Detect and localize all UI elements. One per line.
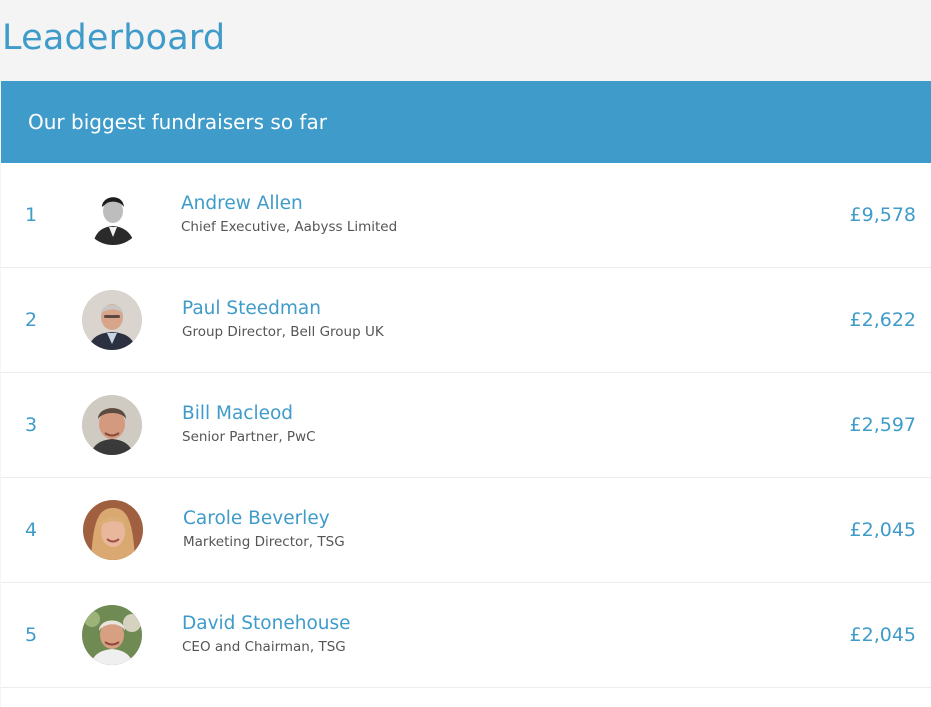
person-photo-icon: [82, 290, 142, 350]
fundraiser-role: Group Director, Bell Group UK: [182, 324, 384, 340]
leaderboard-panel: Our biggest fundraisers so far 1 Andrew …: [1, 81, 931, 707]
avatar[interactable]: [82, 395, 142, 455]
fundraiser-name[interactable]: Andrew Allen: [181, 193, 303, 214]
rank-number: 3: [25, 414, 38, 436]
leaderboard-header: Our biggest fundraisers so far: [1, 81, 931, 163]
page-title: Leaderboard: [2, 18, 226, 58]
leaderboard-row[interactable]: 3 Bill Macleod Senior Partner, PwC £2,59…: [1, 373, 931, 478]
amount-raised: £2,045: [849, 624, 916, 646]
rank-number: 2: [25, 309, 38, 331]
fundraiser-role: Senior Partner, PwC: [182, 429, 316, 445]
rank-number: 4: [25, 519, 38, 541]
fundraiser-role: Chief Executive, Aabyss Limited: [181, 219, 398, 235]
amount-raised: £2,597: [849, 414, 916, 436]
fundraiser-role: CEO and Chairman, TSG: [182, 639, 346, 655]
fundraiser-name[interactable]: David Stonehouse: [182, 613, 351, 634]
avatar[interactable]: [83, 500, 143, 560]
leaderboard-row[interactable]: 4 Carole Beverley Marketing Director, TS…: [1, 478, 931, 583]
fundraiser-name[interactable]: Carole Beverley: [183, 508, 330, 529]
avatar[interactable]: [82, 605, 142, 665]
fundraiser-role: Marketing Director, TSG: [183, 534, 345, 550]
avatar[interactable]: [83, 185, 143, 245]
person-photo-icon: [83, 185, 143, 245]
leaderboard-heading: Our biggest fundraisers so far: [28, 110, 327, 134]
rank-number: 5: [25, 624, 38, 646]
amount-raised: £9,578: [849, 204, 916, 226]
fundraiser-name[interactable]: Bill Macleod: [182, 403, 293, 424]
leaderboard-row[interactable]: 2 Paul Steedman Group Director, Bell Gro…: [1, 268, 931, 373]
fundraiser-name[interactable]: Paul Steedman: [182, 298, 321, 319]
leaderboard-row[interactable]: 1 Andrew Allen Chief Executive, Aabyss L…: [1, 163, 931, 268]
leaderboard-list: 1 Andrew Allen Chief Executive, Aabyss L…: [1, 163, 931, 688]
rank-number: 1: [25, 204, 38, 226]
leaderboard-row[interactable]: 5 David Stonehouse CEO and Chairman, TSG…: [1, 583, 931, 688]
person-photo-icon: [82, 395, 142, 455]
amount-raised: £2,045: [849, 519, 916, 541]
person-photo-icon: [82, 605, 142, 665]
person-photo-icon: [83, 500, 143, 560]
avatar[interactable]: [82, 290, 142, 350]
amount-raised: £2,622: [849, 309, 916, 331]
